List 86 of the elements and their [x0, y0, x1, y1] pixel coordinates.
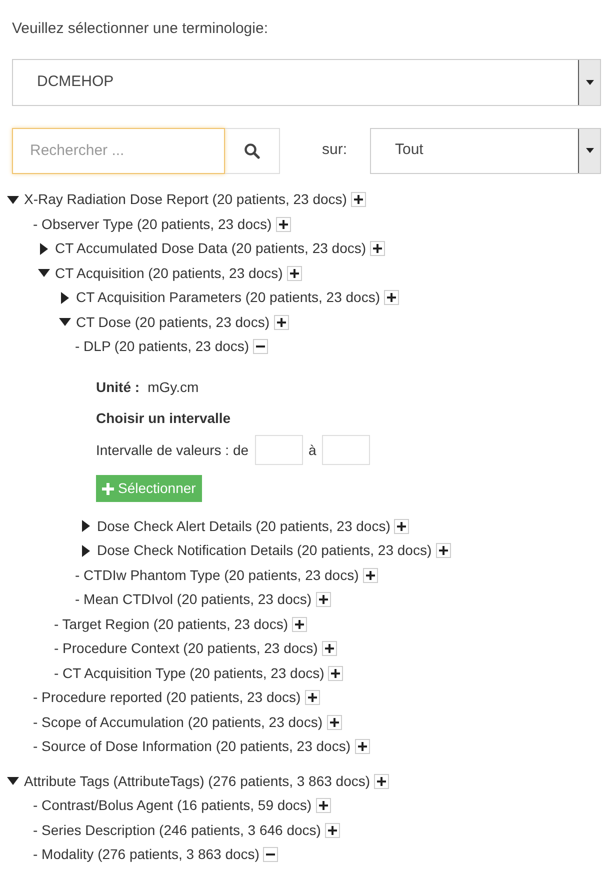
add-button[interactable] — [370, 241, 386, 256]
plus-icon — [324, 644, 334, 654]
plus-icon — [397, 522, 406, 531]
plus-icon — [387, 293, 396, 302]
tree-item[interactable]: - Scope of Accumulation (20 patients, 23 docs) — [33, 712, 322, 733]
plus-icon — [295, 620, 304, 629]
range-from-field[interactable] — [254, 435, 303, 465]
add-button[interactable] — [384, 290, 400, 306]
plus-icon — [354, 195, 363, 204]
add-button[interactable] — [436, 543, 451, 558]
tree-item[interactable]: - Procedure Context (20 patients, 23 docs) — [54, 638, 318, 660]
unit-value: mGy.cm — [148, 378, 199, 397]
range-to-label: à — [308, 440, 316, 460]
tree-item[interactable]: - Source of Dose Information (20 patients, 23 docs) — [33, 736, 350, 758]
plus-icon — [276, 318, 286, 327]
scope-select[interactable]: Tout — [370, 128, 601, 174]
tree-item[interactable]: - Contrast/Bolus Agent (16 patients, 59 docs) — [33, 795, 312, 816]
expanded-arrow-icon[interactable] — [7, 775, 19, 788]
add-button[interactable] — [374, 774, 390, 789]
add-button[interactable] — [304, 690, 320, 706]
tree-item[interactable]: CT Acquisition (20 patients, 23 docs) — [55, 262, 283, 284]
collapsed-arrow-icon[interactable] — [80, 520, 92, 532]
collapsed-arrow-icon[interactable] — [80, 544, 92, 557]
tree-item[interactable]: Attribute Tags (AttributeTags) (276 patients, 3 863 docs) — [24, 770, 370, 792]
add-button[interactable] — [322, 641, 337, 656]
tree-item[interactable]: - CT Acquisition Type (20 patients, 23 docs) — [54, 662, 324, 684]
collapsed-arrow-icon[interactable] — [38, 242, 50, 255]
add-button[interactable] — [292, 616, 307, 632]
range-heading: Choisir un intervalle — [96, 409, 232, 428]
add-button[interactable] — [286, 266, 302, 281]
plus-icon — [330, 718, 338, 727]
dropdown-caret-icon — [586, 148, 594, 153]
add-button[interactable] — [324, 822, 340, 838]
scope-label: sur: — [322, 140, 348, 160]
plus-icon — [438, 546, 448, 556]
plus-icon — [290, 268, 299, 278]
add-button[interactable] — [274, 314, 289, 330]
terminology-prompt: Veuillez sélectionner une terminologie: — [12, 19, 269, 39]
unit-label: Unité : — [96, 378, 140, 397]
tree-item[interactable]: - Observer Type (20 patients, 23 docs) — [33, 214, 272, 235]
tree-item[interactable]: - Series Description (246 patients, 3 646 docs) — [33, 820, 321, 841]
terminology-select[interactable]: DCMEHOP — [12, 58, 601, 106]
plus-icon — [308, 693, 317, 702]
plus-icon — [331, 668, 340, 678]
collapsed-arrow-icon[interactable] — [59, 292, 71, 304]
add-button[interactable] — [354, 739, 370, 754]
add-button[interactable] — [316, 798, 331, 814]
tree-item[interactable]: - DLP (20 patients, 23 docs) — [75, 336, 250, 358]
range-to-field[interactable] — [322, 435, 370, 465]
expanded-arrow-icon[interactable] — [38, 267, 50, 280]
tree-item[interactable]: - Procedure reported (20 patients, 23 docs) — [33, 687, 301, 708]
plus-icon — [318, 801, 328, 810]
tree-item[interactable]: CT Accumulated Dose Data (20 patients, 23 docs) — [55, 238, 366, 260]
plus-icon — [102, 482, 114, 494]
plus-icon — [328, 826, 337, 835]
add-button[interactable] — [394, 518, 410, 534]
plus-icon — [377, 776, 386, 786]
expanded-arrow-icon[interactable] — [7, 194, 19, 206]
plus-icon — [358, 742, 366, 752]
tree-item[interactable]: CT Dose (20 patients, 23 docs) — [76, 312, 270, 333]
tree-item[interactable]: Dose Check Notification Details (20 patients, 23 docs) — [97, 540, 432, 562]
plus-icon — [366, 570, 375, 580]
tree-item[interactable]: Dose Check Alert Details (20 patients, 23 docs) — [97, 516, 390, 537]
dropdown-caret-icon — [586, 80, 594, 84]
tree-item[interactable]: - Modality (276 patients, 3 863 docs) — [33, 844, 260, 866]
add-button[interactable] — [328, 666, 344, 681]
add-button[interactable] — [276, 216, 291, 232]
collapse-button[interactable] — [253, 339, 268, 354]
search-button[interactable] — [225, 128, 280, 174]
plus-icon — [373, 244, 382, 254]
add-button[interactable] — [326, 714, 342, 730]
collapse-button[interactable] — [263, 847, 278, 862]
plus-icon — [318, 595, 328, 604]
search-field[interactable]: Rechercher ... — [12, 128, 225, 174]
tree-item[interactable]: - CTDIw Phantom Type (20 patients, 23 docs) — [75, 564, 359, 586]
add-button[interactable] — [362, 568, 378, 583]
expanded-arrow-icon[interactable] — [59, 316, 71, 328]
tree-item[interactable]: - Target Region (20 patients, 23 docs) — [54, 614, 288, 635]
range-label: Intervalle de valeurs : de — [96, 440, 249, 460]
plus-icon — [278, 220, 288, 229]
tree-item[interactable]: - Mean CTDIvol (20 patients, 23 docs) — [75, 589, 312, 610]
tree-item[interactable]: X-Ray Radiation Dose Report (20 patients, 23 docs) — [24, 189, 347, 210]
add-button[interactable] — [350, 192, 366, 208]
tree-item[interactable]: CT Acquisition Parameters (20 patients, 23 docs) — [76, 287, 380, 308]
search-icon — [244, 142, 260, 158]
add-button[interactable] — [316, 592, 331, 608]
